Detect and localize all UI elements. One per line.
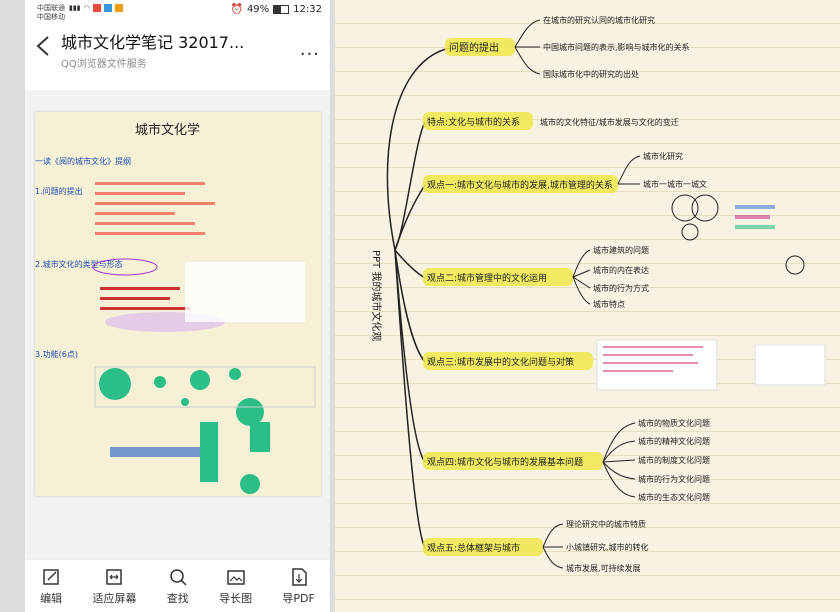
edit-icon [43,568,59,585]
signal-icon: ▮▮▮ [69,4,81,12]
bottom-toolbar: 编辑 适应屏幕 查找 导长图 导PDF [25,559,330,612]
battery-icon [273,5,290,14]
branch-4-child-1: 城市建筑的问题 [593,245,649,255]
branch-1-child-3: 国际城市化中的研究的出处 [543,69,639,79]
peace-sketch [785,255,805,275]
branch-1-child-1: 在城市的研究认同的城市化研究 [543,15,655,25]
search-label: 查找 [166,591,189,605]
branch-6-child-5: 城市的生态文化问题 [638,492,710,502]
branch-7-child-1: 理论研究中的城市特质 [566,519,646,529]
branch-3-child-1: 城市化研究 [643,151,683,161]
branch-7-child-3: 城市发展,可持续发展 [566,563,641,573]
alarm-icon: ⏰ [230,4,243,15]
branch-6-child-1: 城市的物质文化问题 [638,418,710,428]
branch-2-label: 特点:文化与城市的关系 [427,116,520,128]
fit-screen-label: 适应屏幕 [92,591,137,605]
preview-topic-1: 1.问题的提出 [35,186,83,196]
edit-label: 编辑 [40,591,63,605]
embedded-note-image-2 [754,344,826,386]
app-notification-icon-3 [114,4,123,12]
branch-3-child-2: 城市一城市一城文 [643,179,707,189]
note-page-sketch: 城市文化学 一读《阅的城市文化》提纲 1.问题的提出 2.城市文化的类型与形态 … [35,122,316,494]
fit-screen-icon [106,568,123,585]
branch-4-child-3: 城市的行为方式 [593,283,649,293]
carrier-2: 中国移动 [37,13,65,21]
export-pdf-button[interactable]: 导PDF [282,567,315,606]
phone-screen: 中国联通 中国移动 ▮▮▮ ◠ ⏰ 49% 12:32 城市文化学笔记 3201… [25,0,330,612]
preview-topic-2: 2.城市文化的类型与形态 [35,259,123,269]
document-source: QQ浏览器文件服务 [61,58,147,70]
preview-topic-3: 3.功能(6点) [35,349,78,359]
search-icon [170,568,187,586]
branch-1-child-2: 中国城市问题的表示,影响与城市化的关系 [543,42,690,52]
title-bar: 城市文化学笔记 32017... QQ浏览器文件服务 ... [25,26,330,72]
edit-button[interactable]: 编辑 [40,567,62,606]
branch-6-child-4: 城市的行为文化问题 [638,474,710,484]
more-options-button[interactable]: ... [300,39,320,60]
status-right: ⏰ 49% 12:32 [230,4,322,15]
branch-4-child-2: 城市的内在表达 [593,265,649,275]
branch-4-child-4: 城市特点 [593,299,625,309]
branch-1-label: 问题的提出 [449,41,499,54]
carrier-1: 中国联通 [37,4,65,12]
export-image-button[interactable]: 导长图 [219,567,252,606]
note-page-preview: 城市文化学 一读《阅的城市文化》提纲 1.问题的提出 2.城市文化的类型与形态 … [35,112,321,496]
app-notification-icon-2 [103,4,112,12]
export-image-label: 导长图 [219,591,253,605]
mindmap-root: PPT 我的城市文化观 [370,250,383,341]
export-pdf-label: 导PDF [282,591,315,605]
title-block: 城市文化学笔记 32017... QQ浏览器文件服务 [61,29,300,70]
preview-section1: 一读《阅的城市文化》提纲 [35,156,131,166]
branch-6-child-3: 城市的制度文化问题 [638,455,710,465]
branch-3-label: 观点一:城市文化与城市的发展,城市管理的关系 [427,179,613,191]
fit-screen-button[interactable]: 适应屏幕 [92,567,136,606]
battery-level: 49% [246,4,270,15]
mindmap-canvas: PPT 我的城市文化观 问题的提出 特点:文化与城市的关系 观点一:城市文化与城… [370,15,826,573]
branch-4-label: 观点二:城市管理中的文化运用 [427,272,547,284]
branch-7-label: 观点五:总体框架与城市 [427,542,520,554]
document-viewer[interactable]: 城市文化学 一读《阅的城市文化》提纲 1.问题的提出 2.城市文化的类型与形态 … [25,90,330,560]
app-notification-icon [92,4,101,12]
search-button[interactable]: 查找 [167,567,189,606]
wifi-icon: ◠ [83,4,90,12]
back-chevron-icon[interactable] [35,35,61,63]
branch-6-label: 观点四:城市文化与城市的发展基本问题 [427,456,583,468]
export-pdf-icon [291,567,307,586]
export-image-icon [226,569,245,585]
preview-heading: 城市文化学 [135,122,200,138]
document-title: 城市文化学笔记 32017... [61,32,245,52]
branch-6-child-2: 城市的精神文化问题 [638,436,710,446]
status-bar: 中国联通 中国移动 ▮▮▮ ◠ ⏰ 49% 12:32 [25,0,330,26]
clock: 12:32 [293,4,322,15]
branch-2-child-1: 城市的文化特征/城市发展与文化的变迁 [540,117,679,127]
branch-7-child-2: 小城镇研究,城市的转化 [566,542,649,552]
carrier-labels: 中国联通 中国移动 [37,4,65,22]
branch-5-label: 观点三:城市发展中的文化问题与对策 [427,356,574,368]
mindmap-notebook-page: PPT 我的城市文化观 问题的提出 特点:文化与城市的关系 观点一:城市文化与城… [335,0,840,612]
status-icons: ▮▮▮ ◠ [69,4,123,12]
